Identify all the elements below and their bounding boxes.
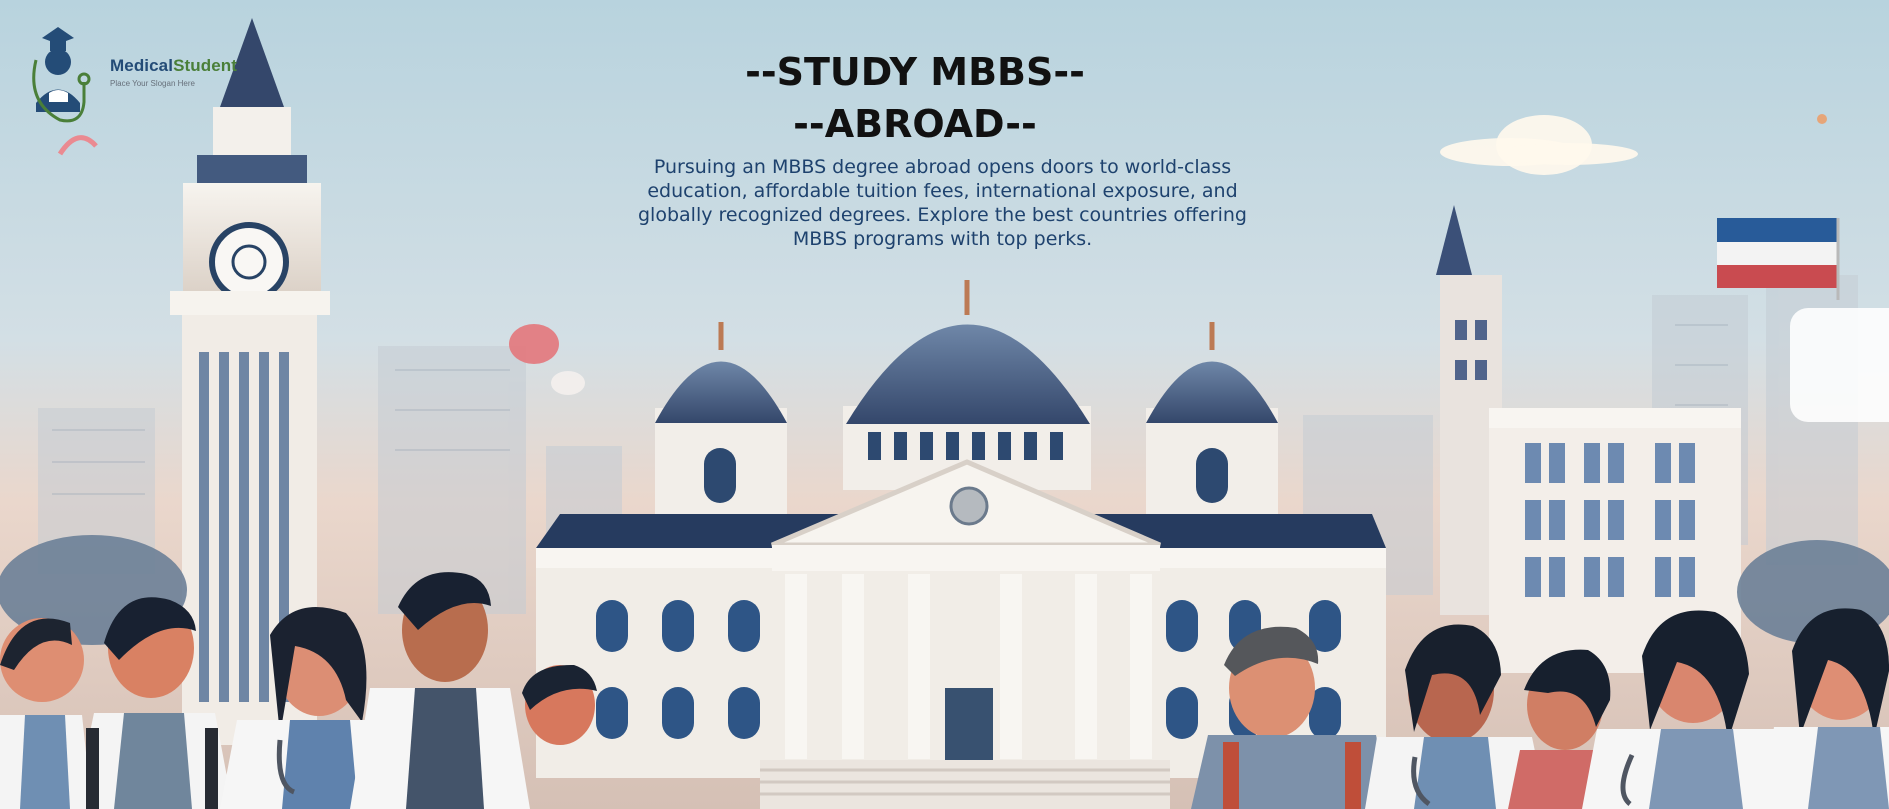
graduate-stethoscope-icon	[32, 27, 91, 123]
hero-heading: --STUDY MBBS-- --ABROAD--	[560, 46, 1270, 150]
hero-description: Pursuing an MBBS degree abroad opens doo…	[638, 156, 1247, 250]
brand-name: MedicalStudent	[110, 56, 238, 75]
hero-title-line-2: --ABROAD--	[793, 102, 1037, 147]
hero-banner: MedicalStudent Place Your Slogan Here --…	[0, 0, 1889, 809]
hero-title-line-1: --STUDY MBBS--	[745, 50, 1085, 95]
brand-tagline: Place Your Slogan Here	[110, 79, 195, 88]
floating-card	[1790, 308, 1889, 422]
brand-logo[interactable]: MedicalStudent Place Your Slogan Here	[26, 24, 246, 136]
